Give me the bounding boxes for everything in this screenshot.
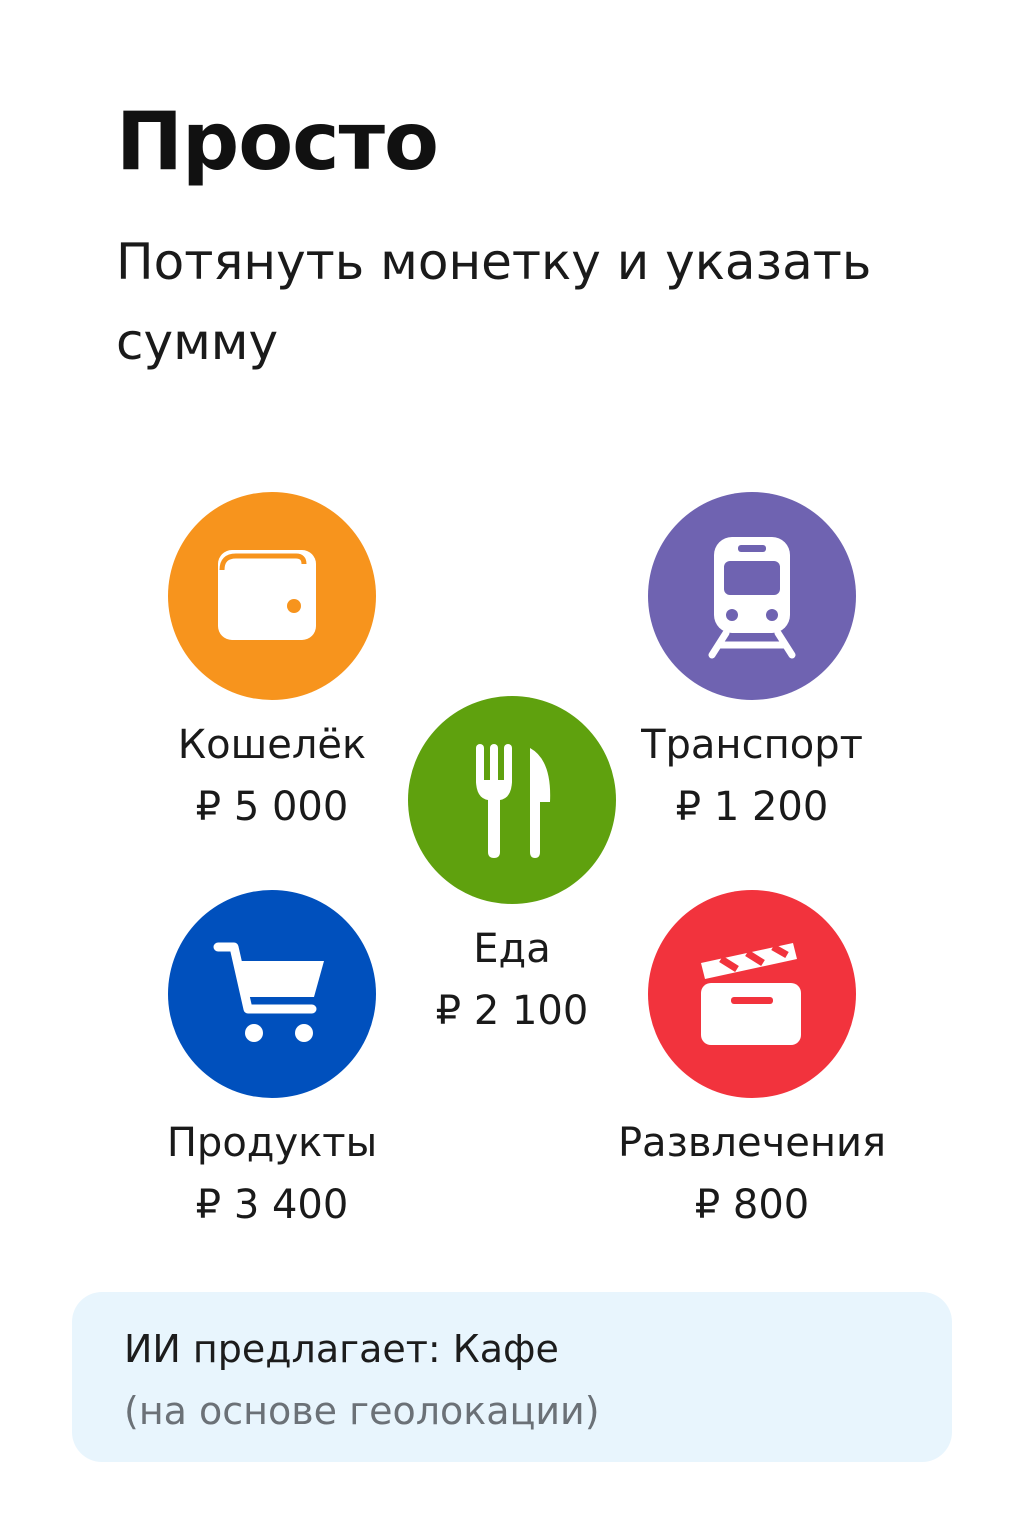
category-label: Развлечения — [617, 1120, 887, 1166]
category-groceries-circle[interactable] — [168, 890, 376, 1098]
category-wallet-circle[interactable] — [168, 492, 376, 700]
category-label: Продукты — [166, 1120, 378, 1166]
page-subtitle: Потянуть монетку и указать сумму — [116, 233, 872, 371]
category-entertainment-circle[interactable] — [648, 890, 856, 1098]
ai-suggestion-note: (на основе геолокации) — [124, 1389, 600, 1433]
shopping-cart-icon — [213, 942, 324, 1042]
category-groceries[interactable]: Продукты ₽ 3 400 — [122, 890, 422, 1230]
fork-knife-icon — [476, 744, 551, 858]
category-transport-circle[interactable] — [648, 492, 856, 700]
ai-suggestion-card[interactable]: ИИ предлагает: Кафе (на основе геолокаци… — [72, 1292, 952, 1462]
clapperboard-icon — [701, 943, 801, 1045]
category-amount: ₽ 800 — [694, 1182, 810, 1228]
train-icon — [708, 537, 796, 659]
page-title: Просто — [116, 95, 439, 188]
ai-suggestion-text: ИИ предлагает: Кафе — [124, 1327, 559, 1371]
wallet-icon — [218, 550, 316, 640]
category-entertainment[interactable]: Развлечения ₽ 800 — [602, 890, 902, 1230]
category-amount: ₽ 3 400 — [195, 1182, 349, 1228]
category-food-circle[interactable] — [408, 696, 616, 904]
